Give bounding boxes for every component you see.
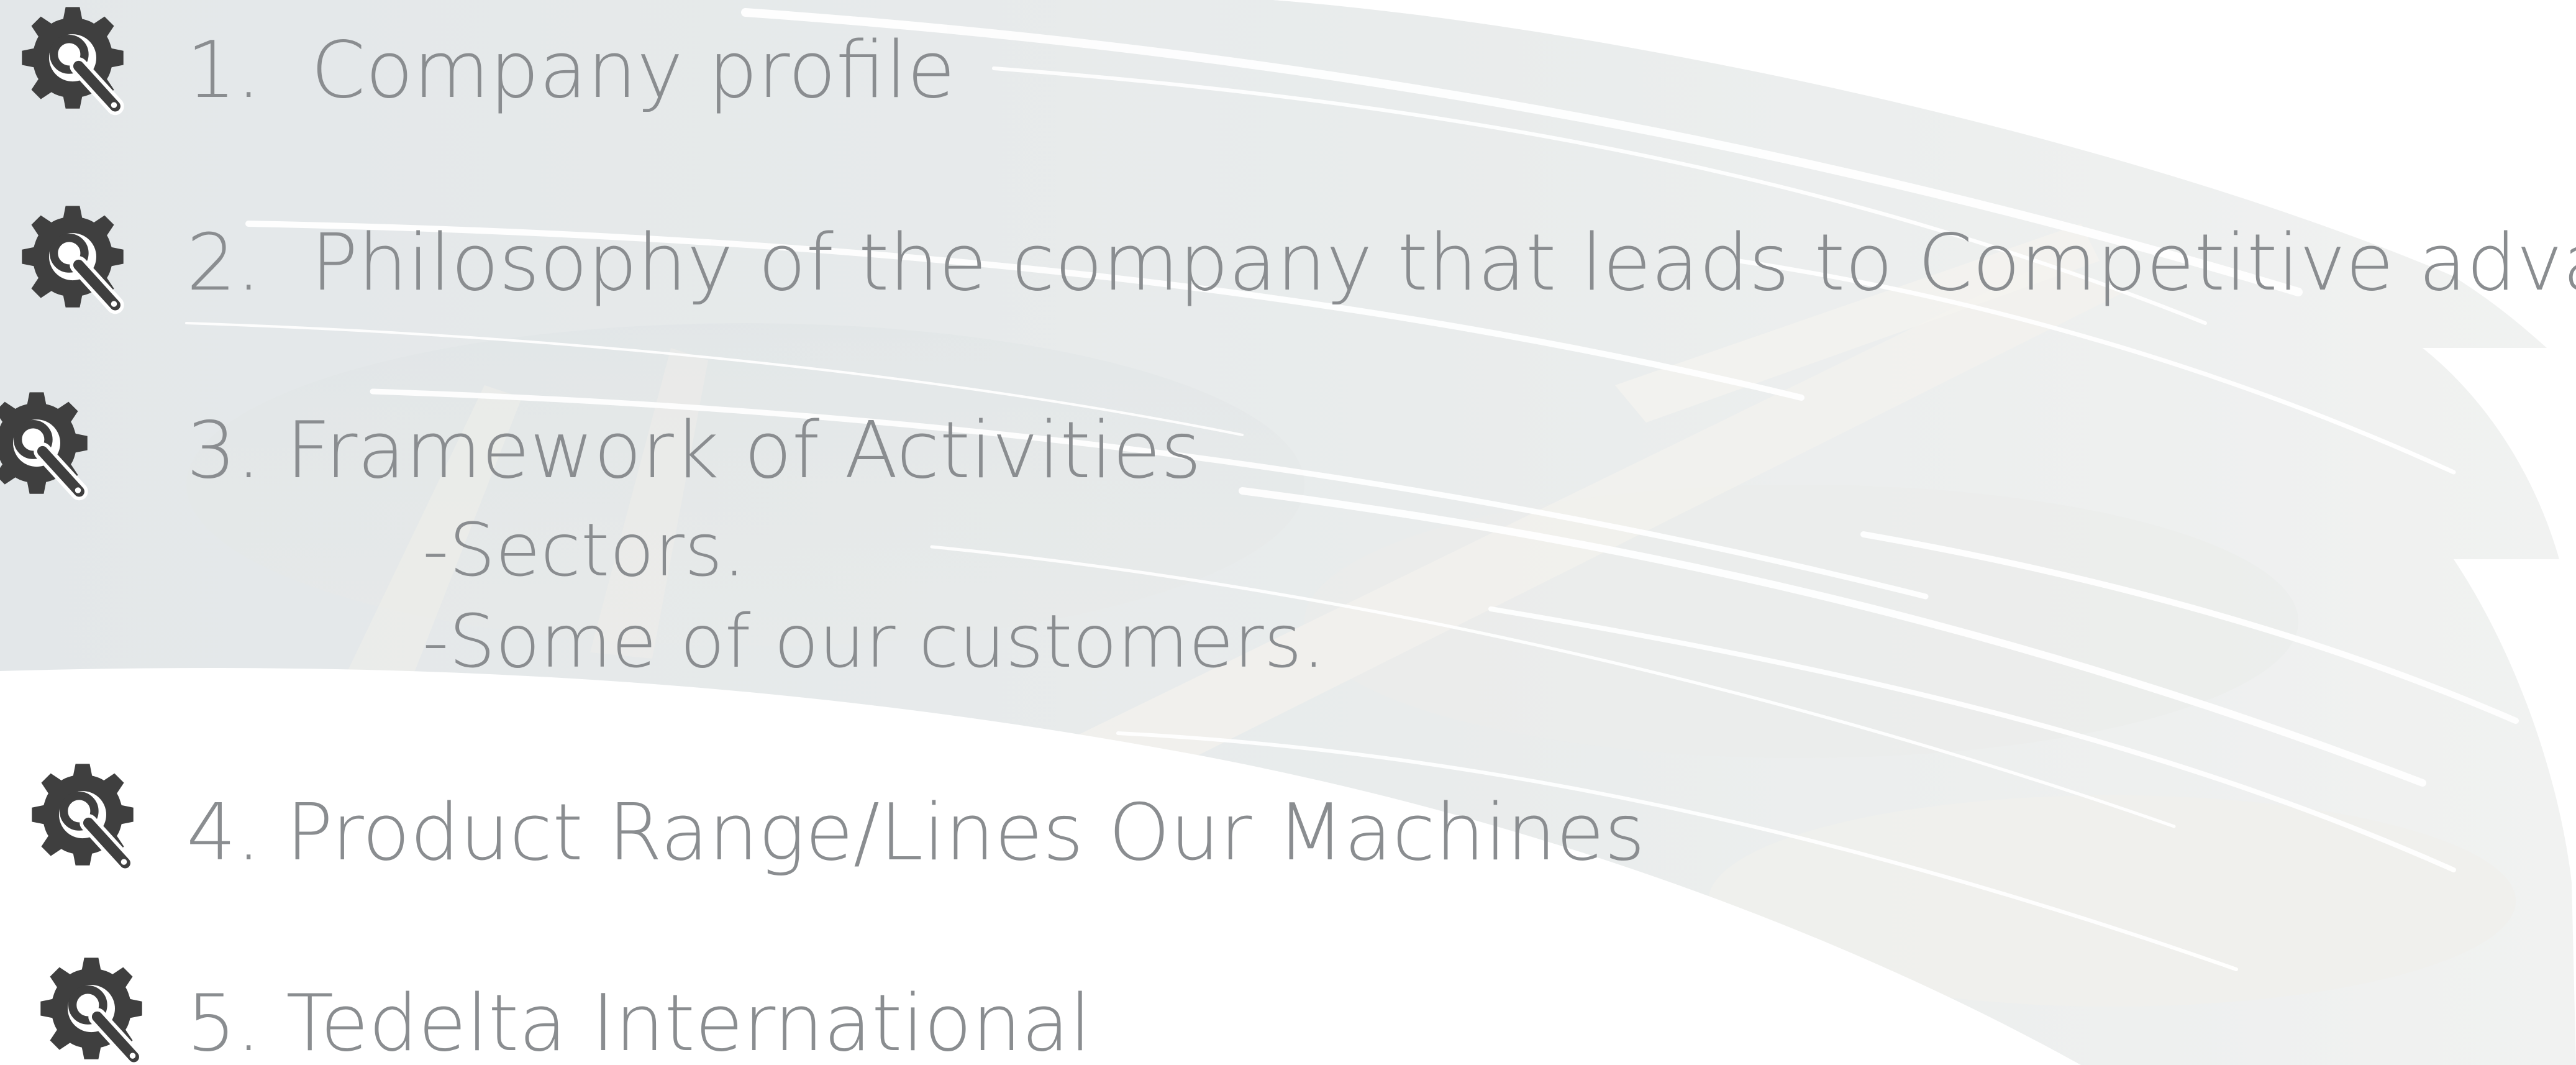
agenda-item-label: Philosophy of the company that leads to … bbox=[311, 217, 2576, 308]
gear-wrench-icon bbox=[22, 206, 124, 314]
brush-stroke-background bbox=[0, 0, 2576, 1065]
agenda-item-text: 4. Product Range/Lines Our Machines bbox=[186, 786, 1645, 879]
agenda-item-text: 5. Tedelta International bbox=[186, 977, 1091, 1065]
agenda-item-label: Product Range/Lines Our Machines bbox=[286, 787, 1645, 878]
agenda-item-number: 4. bbox=[186, 787, 262, 878]
agenda-subitem-sectors: -Sectors. bbox=[422, 507, 746, 593]
gear-wrench-icon bbox=[40, 958, 143, 1065]
agenda-item-label: Framework of Activities bbox=[286, 405, 1202, 496]
gear-wrench-icon bbox=[32, 764, 134, 872]
agenda-item-label: Tedelta International bbox=[286, 977, 1091, 1065]
agenda-item-text: 1. Company profile bbox=[186, 24, 955, 117]
gear-wrench-icon bbox=[0, 392, 88, 501]
agenda-item-label: Company profile bbox=[311, 24, 955, 116]
agenda-item-text: 3. Framework of Activities bbox=[186, 404, 1201, 497]
agenda-item-number: 5. bbox=[186, 977, 262, 1065]
agenda-slide: 1. Company profile 2. Philosophy of the … bbox=[0, 0, 2576, 1065]
agenda-item-number: 1. bbox=[186, 24, 262, 116]
agenda-item-text: 2. Philosophy of the company that leads … bbox=[186, 216, 2576, 309]
agenda-item-number: 2. bbox=[186, 217, 262, 308]
gear-wrench-icon bbox=[22, 7, 124, 116]
agenda-subitem-customers: -Some of our customers. bbox=[422, 598, 1326, 684]
agenda-item-number: 3. bbox=[186, 405, 262, 496]
